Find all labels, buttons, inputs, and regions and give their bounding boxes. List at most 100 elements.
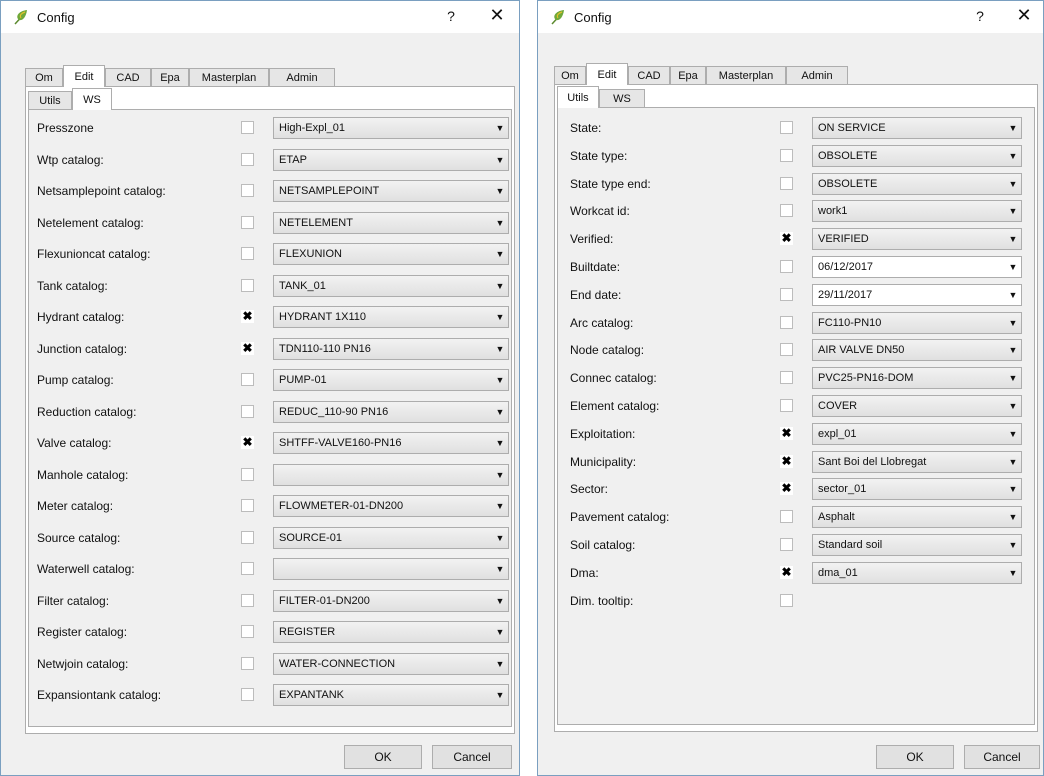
- close-button[interactable]: ✕: [1012, 5, 1036, 26]
- date-edit-builtdate[interactable]: 06/12/2017 ▼: [812, 256, 1022, 278]
- title-bar[interactable]: Config ? ✕: [1, 1, 519, 33]
- checkbox[interactable]: [241, 625, 254, 638]
- checkbox-checked[interactable]: ✖: [241, 341, 254, 355]
- combo-sector[interactable]: sector_01 ▼: [812, 478, 1022, 501]
- chevron-down-icon[interactable]: ▼: [1005, 174, 1021, 194]
- tab-admin[interactable]: Admin: [786, 66, 848, 84]
- tab-ws[interactable]: WS: [72, 88, 112, 110]
- checkbox[interactable]: [241, 121, 254, 134]
- combo-node-catalog[interactable]: AIR VALVE DN50 ▼: [812, 339, 1022, 362]
- chevron-down-icon[interactable]: ▼: [1005, 507, 1021, 527]
- chevron-down-icon[interactable]: ▼: [492, 244, 508, 264]
- checkbox[interactable]: [241, 593, 254, 607]
- combo-wtp-catalog[interactable]: ETAP ▼: [273, 148, 509, 171]
- combo-element-catalog[interactable]: COVER ▼: [812, 395, 1022, 417]
- checkbox[interactable]: [241, 530, 254, 544]
- checkbox[interactable]: [241, 247, 254, 260]
- chevron-down-icon[interactable]: ▼: [1005, 396, 1021, 416]
- combo-source-catalog[interactable]: SOURCE-01 ▼: [273, 526, 509, 549]
- tab-edit[interactable]: Edit: [63, 65, 105, 87]
- tab-utils[interactable]: Utils: [28, 91, 72, 109]
- chevron-down-icon[interactable]: ▼: [492, 213, 508, 233]
- checkbox[interactable]: [241, 467, 254, 481]
- chevron-down-icon[interactable]: ▼: [492, 654, 508, 674]
- ok-button[interactable]: OK: [876, 745, 954, 769]
- chevron-down-icon[interactable]: ▼: [1005, 257, 1021, 277]
- combo-state-type-end[interactable]: OBSOLETE ▼: [812, 172, 1022, 195]
- combo-pump-catalog[interactable]: PUMP-01 ▼: [273, 369, 509, 391]
- chevron-down-icon[interactable]: ▼: [492, 559, 508, 579]
- checkbox[interactable]: [780, 204, 793, 218]
- chevron-down-icon[interactable]: ▼: [492, 433, 508, 453]
- combo-dma[interactable]: dma_01 ▼: [812, 561, 1022, 584]
- chevron-down-icon[interactable]: ▼: [492, 118, 508, 138]
- checkbox[interactable]: [780, 510, 793, 524]
- checkbox-checked[interactable]: ✖: [780, 482, 793, 496]
- combo-workcat-id[interactable]: work1 ▼: [812, 200, 1022, 223]
- combo-junction-catalog[interactable]: TDN110-110 PN16 ▼: [273, 337, 509, 360]
- chevron-down-icon[interactable]: ▼: [492, 465, 508, 485]
- combo-pavement-catalog[interactable]: Asphalt ▼: [812, 506, 1022, 529]
- chevron-down-icon[interactable]: ▼: [1005, 118, 1021, 138]
- chevron-down-icon[interactable]: ▼: [492, 276, 508, 296]
- checkbox[interactable]: [241, 688, 254, 701]
- chevron-down-icon[interactable]: ▼: [1005, 340, 1021, 360]
- checkbox[interactable]: [241, 184, 254, 197]
- title-bar[interactable]: Config ? ✕: [538, 1, 1043, 33]
- checkbox[interactable]: [780, 176, 793, 190]
- combo-presszone[interactable]: High-Expl_01 ▼: [273, 117, 509, 139]
- combo-state[interactable]: ON SERVICE ▼: [812, 117, 1022, 139]
- chevron-down-icon[interactable]: ▼: [492, 181, 508, 201]
- checkbox[interactable]: [780, 343, 793, 357]
- checkbox[interactable]: [241, 152, 254, 166]
- tab-cad[interactable]: CAD: [628, 66, 670, 84]
- combo-connec-catalog[interactable]: PVC25-PN16-DOM ▼: [812, 367, 1022, 390]
- combo-arc-catalog[interactable]: FC110-PN10 ▼: [812, 311, 1022, 334]
- checkbox-checked[interactable]: ✖: [780, 426, 793, 440]
- cancel-button[interactable]: Cancel: [964, 745, 1040, 769]
- chevron-down-icon[interactable]: ▼: [1005, 146, 1021, 166]
- chevron-down-icon[interactable]: ▼: [1005, 535, 1021, 555]
- checkbox[interactable]: [780, 148, 793, 162]
- tab-epa[interactable]: Epa: [151, 68, 189, 86]
- help-button[interactable]: ?: [970, 8, 990, 24]
- checkbox[interactable]: [241, 215, 254, 229]
- checkbox-checked[interactable]: ✖: [241, 310, 254, 323]
- combo-exploitation[interactable]: expl_01 ▼: [812, 422, 1022, 445]
- help-button[interactable]: ?: [441, 8, 461, 24]
- combo-flexunioncat-catalog[interactable]: FLEXUNION ▼: [273, 243, 509, 265]
- tab-om[interactable]: Om: [25, 68, 63, 86]
- combo-municipality[interactable]: Sant Boi del Llobregat ▼: [812, 450, 1022, 473]
- chevron-down-icon[interactable]: ▼: [1005, 229, 1021, 249]
- chevron-down-icon[interactable]: ▼: [1005, 563, 1021, 583]
- chevron-down-icon[interactable]: ▼: [492, 685, 508, 705]
- cancel-button[interactable]: Cancel: [432, 745, 512, 769]
- checkbox[interactable]: [780, 538, 793, 551]
- combo-state-type[interactable]: OBSOLETE ▼: [812, 144, 1022, 167]
- checkbox[interactable]: [780, 121, 793, 134]
- combo-soil-catalog[interactable]: Standard soil ▼: [812, 534, 1022, 556]
- checkbox[interactable]: [780, 260, 793, 273]
- combo-filter-catalog[interactable]: FILTER-01-DN200 ▼: [273, 589, 509, 612]
- tab-ws[interactable]: WS: [599, 89, 645, 107]
- checkbox[interactable]: [241, 562, 254, 575]
- checkbox[interactable]: [241, 373, 254, 386]
- chevron-down-icon[interactable]: ▼: [1005, 479, 1021, 499]
- checkbox-checked[interactable]: ✖: [780, 454, 793, 468]
- checkbox[interactable]: [241, 499, 254, 512]
- chevron-down-icon[interactable]: ▼: [492, 528, 508, 548]
- combo-valve-catalog[interactable]: SHTFF-VALVE160-PN16 ▼: [273, 432, 509, 454]
- combo-meter-catalog[interactable]: FLOWMETER-01-DN200 ▼: [273, 495, 509, 517]
- tab-edit[interactable]: Edit: [586, 63, 628, 85]
- checkbox[interactable]: [780, 287, 793, 301]
- chevron-down-icon[interactable]: ▼: [492, 402, 508, 422]
- close-button[interactable]: ✕: [485, 5, 509, 26]
- chevron-down-icon[interactable]: ▼: [492, 370, 508, 390]
- tab-cad[interactable]: CAD: [105, 68, 151, 86]
- tab-epa[interactable]: Epa: [670, 66, 706, 84]
- chevron-down-icon[interactable]: ▼: [492, 496, 508, 516]
- checkbox-checked[interactable]: ✖: [780, 565, 793, 579]
- chevron-down-icon[interactable]: ▼: [1005, 452, 1021, 472]
- checkbox[interactable]: [780, 315, 793, 329]
- tab-admin[interactable]: Admin: [269, 68, 335, 86]
